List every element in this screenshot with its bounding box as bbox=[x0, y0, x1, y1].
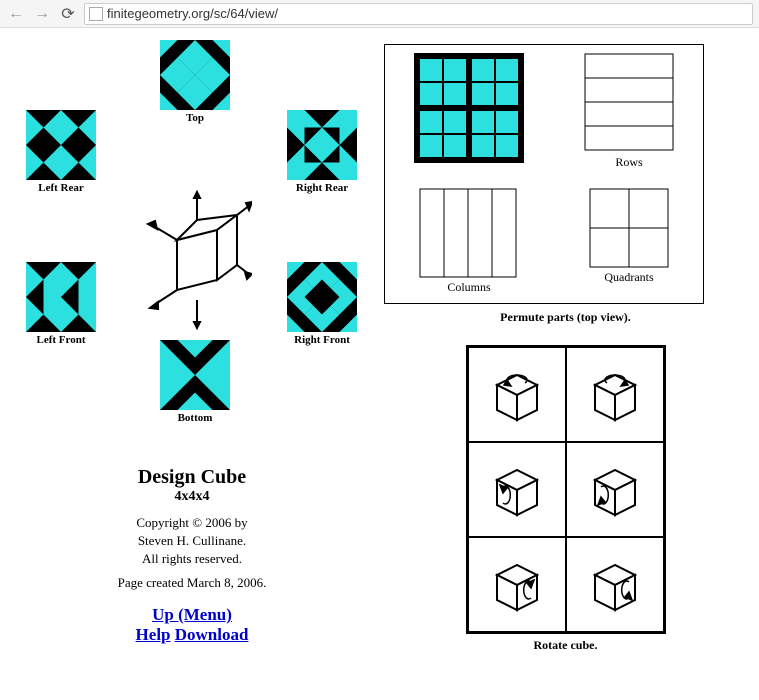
address-bar[interactable]: finitegeometry.org/sc/64/view/ bbox=[84, 3, 753, 25]
face-left-front-label: Left Front bbox=[26, 334, 96, 346]
help-link[interactable]: Help bbox=[136, 625, 171, 644]
face-right-rear-label: Right Rear bbox=[287, 182, 357, 194]
up-menu-link[interactable]: Up (Menu) bbox=[152, 605, 232, 624]
cube-wireframe bbox=[142, 190, 252, 335]
face-right-rear[interactable]: Right Rear bbox=[287, 110, 357, 194]
permute-rows-label: Rows bbox=[584, 155, 674, 170]
permute-rows[interactable]: Rows bbox=[584, 53, 674, 170]
face-left-rear-label: Left Rear bbox=[26, 182, 96, 194]
face-top-label: Top bbox=[160, 112, 230, 124]
face-right-front[interactable]: Right Front bbox=[287, 262, 357, 346]
url-text: finitegeometry.org/sc/64/view/ bbox=[107, 6, 278, 21]
page-icon bbox=[89, 7, 103, 21]
face-right-front-label: Right Front bbox=[287, 334, 357, 346]
download-link[interactable]: Download bbox=[175, 625, 249, 644]
permute-quadrants[interactable]: Quadrants bbox=[589, 188, 669, 295]
copyright-line2: Steven H. Cullinane. bbox=[12, 533, 372, 549]
face-left-rear[interactable]: Left Rear bbox=[26, 110, 96, 194]
rotate-right-cw[interactable] bbox=[566, 537, 664, 632]
cube-faces-layout: Top Left Rear Right Rear bbox=[12, 40, 372, 460]
face-bottom-label: Bottom bbox=[160, 412, 230, 424]
copyright-line1: Copyright © 2006 by bbox=[12, 515, 372, 531]
page-created: Page created March 8, 2006. bbox=[12, 575, 372, 591]
rotate-top-ccw[interactable] bbox=[468, 347, 566, 442]
rotate-top-cw[interactable] bbox=[566, 347, 664, 442]
rotate-left-cw[interactable] bbox=[566, 442, 664, 537]
rotate-right-ccw[interactable] bbox=[468, 537, 566, 632]
browser-toolbar: ← → ⟳ finitegeometry.org/sc/64/view/ bbox=[0, 0, 759, 28]
face-left-front[interactable]: Left Front bbox=[26, 262, 96, 346]
permute-quadrants-label: Quadrants bbox=[589, 270, 669, 285]
rotate-caption: Rotate cube. bbox=[384, 638, 747, 653]
permute-columns[interactable]: Columns bbox=[419, 188, 519, 295]
face-top[interactable]: Top bbox=[160, 40, 230, 124]
rotate-panel bbox=[466, 345, 666, 634]
page-subtitle: 4x4x4 bbox=[12, 489, 372, 505]
permute-caption: Permute parts (top view). bbox=[384, 310, 747, 325]
permute-grid-4x4[interactable] bbox=[414, 53, 524, 170]
page-title: Design Cube bbox=[12, 466, 372, 489]
forward-button[interactable]: → bbox=[32, 4, 52, 24]
reload-button[interactable]: ⟳ bbox=[58, 4, 78, 24]
rotate-left-ccw[interactable] bbox=[468, 442, 566, 537]
copyright-line3: All rights reserved. bbox=[12, 551, 372, 567]
permute-panel: Rows Columns Quadrants bbox=[384, 44, 704, 304]
back-button[interactable]: ← bbox=[6, 4, 26, 24]
permute-columns-label: Columns bbox=[419, 280, 519, 295]
face-bottom[interactable]: Bottom bbox=[160, 340, 230, 424]
